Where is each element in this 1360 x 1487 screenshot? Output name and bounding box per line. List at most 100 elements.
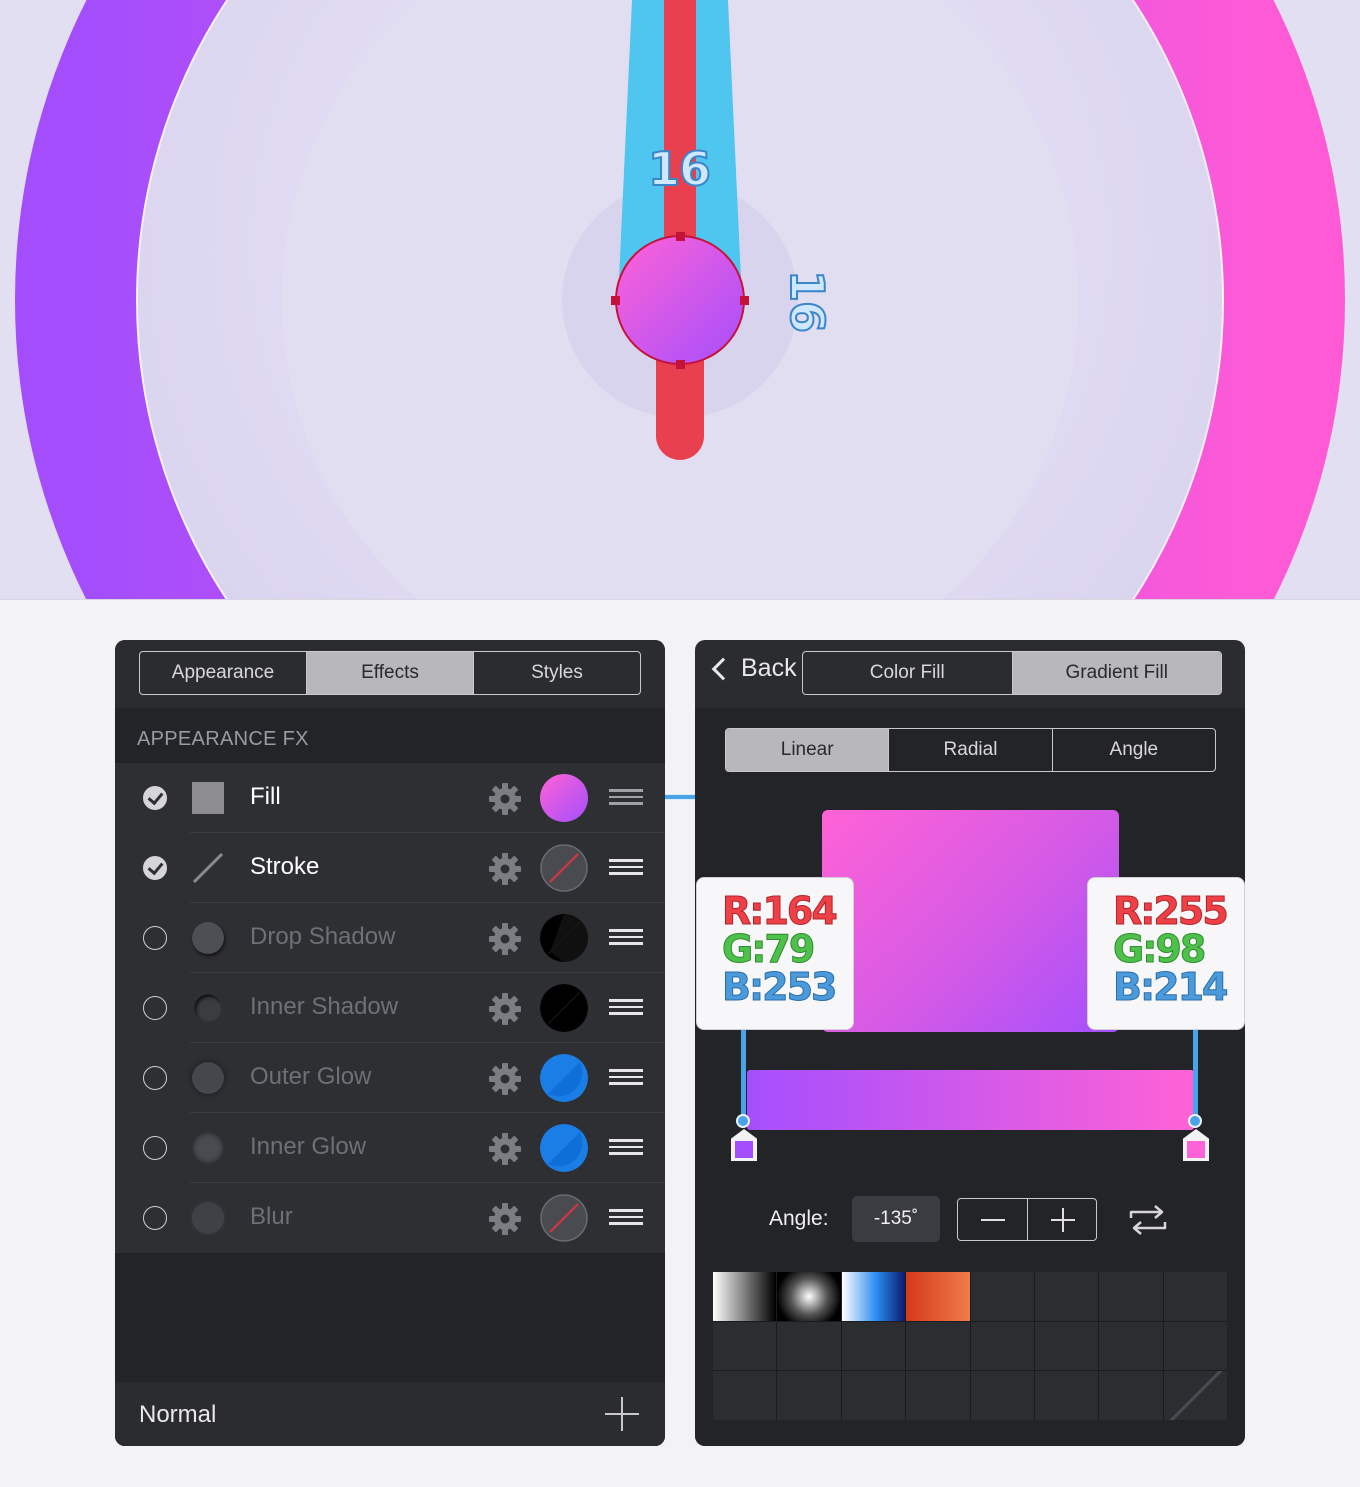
tab-radial[interactable]: Radial	[889, 729, 1053, 771]
canvas-artwork	[0, 0, 1360, 599]
preset-slot[interactable]	[1099, 1272, 1163, 1321]
inner-glow-checkbox[interactable]	[143, 1136, 167, 1160]
preset-swatch[interactable]	[841, 1272, 906, 1321]
panel-footer: Normal	[115, 1382, 665, 1446]
stroke-swatch[interactable]	[540, 844, 588, 892]
stop-line-left	[741, 1030, 746, 1122]
stop-handle-left[interactable]	[736, 1114, 750, 1128]
inner-shadow-checkbox[interactable]	[143, 996, 167, 1020]
gear-icon[interactable]	[488, 782, 522, 816]
preset-slot[interactable]	[1034, 1272, 1099, 1321]
blue-value: B:253	[722, 965, 838, 1009]
reorder-handle[interactable]	[609, 1209, 643, 1225]
fx-label-blur: Blur	[250, 1203, 293, 1230]
fill-swatch[interactable]	[540, 774, 588, 822]
preset-slot[interactable]	[713, 1321, 777, 1371]
outer-glow-checkbox[interactable]	[143, 1066, 167, 1090]
tab-color-fill[interactable]: Color Fill	[803, 652, 1013, 694]
gear-icon[interactable]	[488, 1062, 522, 1096]
reorder-handle[interactable]	[609, 859, 643, 875]
green-value: G:98	[1113, 927, 1207, 971]
preset-slot[interactable]	[777, 1321, 841, 1371]
fx-label-inner-glow: Inner Glow	[250, 1133, 367, 1160]
drop-shadow-swatch[interactable]	[540, 914, 588, 962]
fx-row-inner-shadow[interactable]: Inner Shadow	[115, 973, 665, 1043]
gear-icon[interactable]	[488, 992, 522, 1026]
dimension-label-width: 16	[647, 141, 712, 197]
stop-handle-right[interactable]	[1188, 1114, 1202, 1128]
outer-glow-swatch[interactable]	[540, 1054, 588, 1102]
drop-shadow-checkbox[interactable]	[143, 926, 167, 950]
tab-effects[interactable]: Effects	[307, 652, 474, 694]
tab-linear[interactable]: Linear	[726, 729, 890, 771]
preset-slot[interactable]	[1163, 1272, 1227, 1321]
add-effect-icon[interactable]	[605, 1397, 639, 1431]
reorder-handle[interactable]	[609, 1069, 643, 1085]
panel-tabs: Appearance Effects Styles	[139, 651, 641, 695]
tab-appearance[interactable]: Appearance	[140, 652, 307, 694]
circle-icon	[194, 994, 222, 1022]
line-icon	[192, 852, 224, 884]
blend-mode-selector[interactable]: Normal	[139, 1401, 216, 1429]
tab-styles[interactable]: Styles	[474, 652, 640, 694]
reorder-handle[interactable]	[609, 999, 643, 1015]
tab-gradient-fill[interactable]: Gradient Fill	[1012, 652, 1221, 694]
preset-slot[interactable]	[1099, 1321, 1163, 1371]
gradient-preview[interactable]	[822, 810, 1119, 1032]
gear-icon[interactable]	[488, 922, 522, 956]
preset-slot[interactable]	[906, 1321, 970, 1371]
back-button[interactable]: Back	[709, 654, 797, 683]
gear-icon[interactable]	[488, 1132, 522, 1166]
fx-row-stroke[interactable]: Stroke	[115, 833, 665, 903]
empty-slot-icon[interactable]	[1163, 1371, 1227, 1420]
preset-slot[interactable]	[1034, 1321, 1099, 1371]
reverse-gradient-icon[interactable]	[1127, 1200, 1169, 1240]
preset-slot[interactable]	[1099, 1371, 1163, 1420]
preset-slot[interactable]	[906, 1371, 970, 1420]
stroke-enabled-checkbox[interactable]	[143, 856, 167, 880]
preset-slot[interactable]	[713, 1371, 777, 1420]
inner-glow-swatch[interactable]	[540, 1124, 588, 1172]
gear-icon[interactable]	[488, 852, 522, 886]
preset-swatch[interactable]	[713, 1272, 777, 1321]
fx-label-fill: Fill	[250, 783, 281, 810]
rgb-readout-right: R:255 G:98 B:214	[1087, 877, 1245, 1030]
reorder-handle[interactable]	[609, 1139, 643, 1155]
preset-slot[interactable]	[1163, 1321, 1227, 1371]
gradient-bar[interactable]	[747, 1070, 1194, 1130]
red-value: R:164	[722, 889, 839, 933]
preset-slot[interactable]	[777, 1371, 841, 1420]
gear-icon[interactable]	[488, 1202, 522, 1236]
fx-label-inner-shadow: Inner Shadow	[250, 993, 399, 1020]
fx-row-blur[interactable]: Blur	[115, 1183, 665, 1253]
angle-input[interactable]: -135˚	[852, 1196, 940, 1242]
reorder-handle[interactable]	[609, 929, 643, 945]
increment-button[interactable]	[1028, 1199, 1097, 1240]
fill-enabled-checkbox[interactable]	[143, 786, 167, 810]
reorder-handle[interactable]	[609, 789, 643, 805]
red-value: R:255	[1113, 889, 1230, 933]
circle-icon	[192, 1132, 224, 1164]
blur-swatch[interactable]	[540, 1194, 588, 1242]
preset-slot[interactable]	[1034, 1371, 1099, 1420]
fx-row-fill[interactable]: Fill	[115, 763, 665, 833]
dimension-label-height: 16	[779, 269, 835, 333]
angle-label: Angle:	[769, 1207, 829, 1230]
decrement-button[interactable]	[958, 1199, 1028, 1240]
fx-row-inner-glow[interactable]: Inner Glow	[115, 1113, 665, 1183]
preset-slot[interactable]	[970, 1371, 1034, 1420]
blur-checkbox[interactable]	[143, 1206, 167, 1230]
appearance-panel: Appearance Effects Styles APPEARANCE FX …	[115, 640, 665, 1446]
preset-slot[interactable]	[970, 1272, 1034, 1321]
preset-swatch[interactable]	[906, 1272, 970, 1321]
inner-shadow-swatch[interactable]	[540, 984, 588, 1032]
fx-row-outer-glow[interactable]: Outer Glow	[115, 1043, 665, 1113]
preset-slot[interactable]	[970, 1321, 1034, 1371]
preset-swatch[interactable]	[777, 1272, 841, 1321]
tab-angle[interactable]: Angle	[1053, 729, 1215, 771]
artboard-canvas[interactable]: 16 16	[0, 0, 1360, 600]
preset-slot[interactable]	[841, 1321, 906, 1371]
preset-slot[interactable]	[841, 1371, 906, 1420]
fx-row-drop-shadow[interactable]: Drop Shadow	[115, 903, 665, 973]
stop-line-right	[1193, 1030, 1198, 1122]
